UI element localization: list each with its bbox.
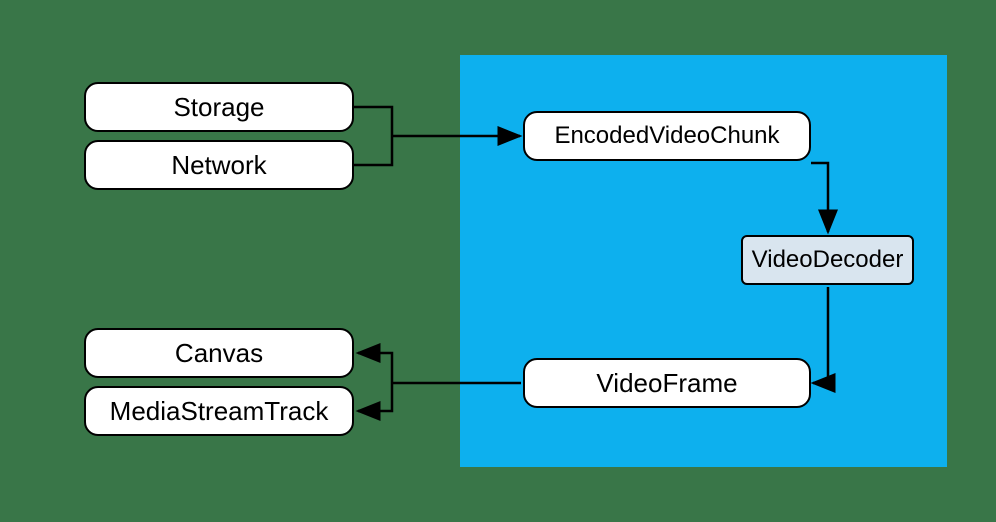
node-encoded-video-chunk: EncodedVideoChunk	[523, 111, 811, 161]
node-video-frame-label: VideoFrame	[596, 368, 737, 399]
node-encoded-video-chunk-label: EncodedVideoChunk	[554, 122, 779, 150]
node-media-stream-track-label: MediaStreamTrack	[110, 396, 329, 427]
node-network: Network	[84, 140, 354, 190]
node-canvas: Canvas	[84, 328, 354, 378]
node-video-decoder-label: VideoDecoder	[752, 246, 904, 274]
node-canvas-label: Canvas	[175, 338, 263, 369]
node-video-decoder: VideoDecoder	[741, 235, 914, 285]
node-video-frame: VideoFrame	[523, 358, 811, 408]
node-media-stream-track: MediaStreamTrack	[84, 386, 354, 436]
node-storage-label: Storage	[173, 92, 264, 123]
node-storage: Storage	[84, 82, 354, 132]
node-network-label: Network	[171, 150, 266, 181]
